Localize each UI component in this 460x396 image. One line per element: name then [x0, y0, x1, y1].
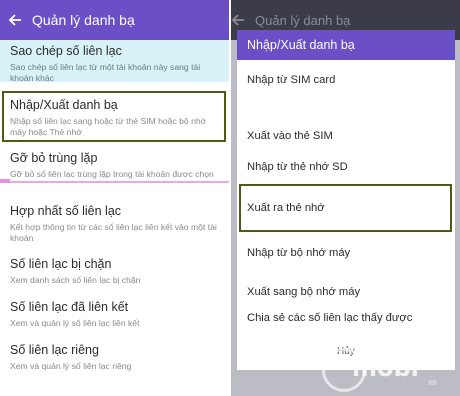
menu-item-subtitle: Kết hợp thông tin từ các số liên lạc liê…	[10, 222, 217, 243]
import-export-dialog: Nhập/Xuất danh bạ Nhập từ SIM card Xuất …	[237, 30, 455, 370]
option-import-from-device[interactable]: Nhập từ bộ nhớ máy	[237, 233, 455, 273]
option-import-from-sim[interactable]: Nhập từ SIM card	[237, 60, 455, 100]
menu-item-title: Hợp nhất số liên lạc	[10, 204, 122, 218]
menu-item-subtitle: Xem và quản lý số liên lạc riêng	[10, 361, 132, 371]
back-arrow-icon	[231, 13, 245, 27]
highlight-box	[239, 184, 452, 232]
menu-item-remove-duplicates[interactable]: Gỡ bỏ trùng lặp Gỡ bỏ số liên lạc trùng …	[0, 151, 229, 180]
menu-item-subtitle: Xem danh sách số liên lạc bị chặn	[10, 275, 141, 285]
watermark-text: mobi	[352, 354, 419, 382]
option-import-from-sd[interactable]: Nhập từ thẻ nhớ SD	[237, 147, 455, 187]
menu-item-title: Sao chép số liên lạc	[10, 44, 122, 58]
highlight-box	[2, 91, 226, 142]
page-title: Quản lý danh bạ	[255, 12, 351, 28]
menu-item-linked-contacts[interactable]: Số liên lạc đã liên kết Xem và quản lý s…	[0, 300, 229, 329]
menu-item-title: Số liên lạc riêng	[10, 343, 99, 357]
dialog-title: Nhập/Xuất danh bạ	[237, 30, 455, 60]
option-share-visible-contacts[interactable]: Chia sẻ các số liên lạc thấy được	[237, 312, 455, 334]
menu-item-title: Số liên lạc bị chặn	[10, 257, 112, 271]
menu-item-subtitle: Gỡ bỏ số liên lạc trùng lặp trong tài kh…	[10, 169, 214, 179]
watermark-suffix: .vn	[426, 378, 437, 387]
menu-item-title: Gỡ bỏ trùng lặp	[10, 151, 98, 165]
menu-item-title: Số liên lạc đã liên kết	[10, 300, 129, 314]
menu-item-subtitle: Xem và quản lý số liên lạc liên kết	[10, 318, 140, 328]
menu-item-subtitle: Sao chép số liên lạc từ một tài khoản nà…	[10, 62, 201, 83]
menu-item-merge-contacts[interactable]: Hợp nhất số liên lạc Kết hợp thông tin t…	[0, 204, 229, 244]
watermark-logo: mobi .vn	[322, 348, 457, 393]
import-export-dialog-screen: Quản lý danh bạ Nhập/Xuất danh bạ Nhập t…	[231, 0, 460, 396]
menu-item-private-contacts[interactable]: Số liên lạc riêng Xem và quản lý số liên…	[0, 343, 229, 372]
option-export-to-device[interactable]: Xuất sang bộ nhớ máy	[237, 272, 455, 312]
page-title: Quản lý danh bạ	[32, 12, 135, 28]
menu-item-copy-contacts[interactable]: Sao chép số liên lạc Sao chép số liên lạ…	[0, 44, 229, 84]
scroll-indicator	[0, 181, 229, 183]
back-arrow-icon[interactable]	[8, 13, 22, 27]
contacts-management-screen: Quản lý danh bạ Sao chép số liên lạc Sao…	[0, 0, 229, 396]
menu-item-blocked-contacts[interactable]: Số liên lạc bị chặn Xem danh sách số liê…	[0, 257, 229, 286]
app-bar: Quản lý danh bạ	[0, 0, 229, 40]
scroll-indicator-marker	[0, 179, 10, 183]
